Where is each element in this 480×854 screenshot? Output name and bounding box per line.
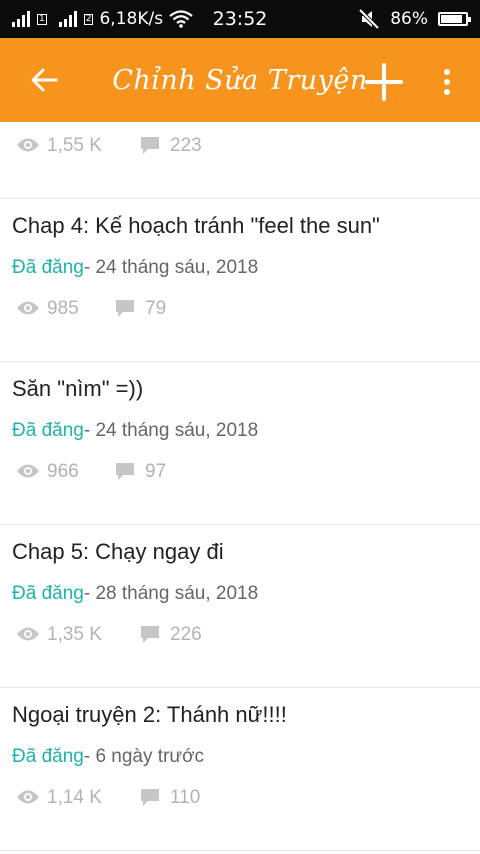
views-count: 1,14 K	[47, 787, 102, 808]
chapter-stats: 1,14 K 110	[0, 786, 480, 810]
chapter-date: - 28 tháng sáu, 2018	[83, 583, 259, 604]
chapter-title: Chap 5: Chạy ngay đi	[12, 539, 224, 564]
comments-count: 97	[145, 461, 167, 482]
views-count: 966	[47, 461, 79, 482]
status-bar: 1 2 6,18K/s 23:52 86%	[0, 0, 480, 38]
chapter-stats: 985 79	[0, 297, 480, 321]
published-label: Đã đăng	[12, 257, 84, 278]
list-item[interactable]: Ngoại truyện 2: Thánh nữ!!!! Đã đăng- 6 …	[0, 688, 480, 851]
chapter-status: Đã đăng- 28 tháng sáu, 2018	[12, 583, 258, 605]
list-item-partial[interactable]: 1,55 K 223	[0, 122, 480, 199]
list-item[interactable]: Chap 4: Kế hoạch tránh "feel the sun" Đã…	[0, 199, 480, 362]
views-eye-icon	[17, 464, 39, 478]
views-eye-icon	[17, 138, 39, 152]
chapter-status: Đã đăng- 24 tháng sáu, 2018	[12, 257, 258, 279]
comments-count: 223	[170, 135, 202, 156]
mute-icon	[358, 8, 380, 30]
chapter-title: Chap 4: Kế hoạch tránh "feel the sun"	[12, 213, 380, 238]
views-count: 1,55 K	[47, 135, 102, 156]
app-toolbar: Chỉnh Sửa Truyện	[0, 38, 480, 122]
chapter-title: Săn "nìm" =))	[12, 376, 144, 401]
comments-count: 79	[145, 298, 167, 319]
comments-bubble-icon	[141, 626, 159, 643]
published-label: Đã đăng	[12, 420, 84, 441]
chapter-date: - 6 ngày trước	[83, 746, 205, 767]
views-eye-icon	[17, 790, 39, 804]
chapter-title: Ngoại truyện 2: Thánh nữ!!!!	[12, 702, 287, 727]
plus-icon	[365, 63, 403, 101]
battery-percent: 86%	[390, 9, 428, 29]
more-options-button[interactable]	[430, 60, 464, 104]
battery-fill	[441, 15, 462, 23]
chapter-stats: 1,35 K 226	[0, 623, 480, 647]
battery-icon	[438, 12, 471, 26]
chapter-stats: 966 97	[0, 460, 480, 484]
more-vert-icon	[444, 69, 450, 95]
chapter-status: Đã đăng- 6 ngày trước	[12, 746, 204, 768]
views-count: 985	[47, 298, 79, 319]
list-item[interactable]: Săn "nìm" =)) Đã đăng- 24 tháng sáu, 201…	[0, 362, 480, 525]
comments-bubble-icon	[116, 300, 134, 317]
comments-bubble-icon	[141, 789, 159, 806]
list-item[interactable]: Chap 5: Chạy ngay đi Đã đăng- 28 tháng s…	[0, 525, 480, 688]
published-label: Đã đăng	[12, 746, 84, 767]
views-eye-icon	[17, 627, 39, 641]
comments-count: 226	[170, 624, 202, 645]
comments-bubble-icon	[141, 137, 159, 154]
page-title: Chỉnh Sửa Truyện	[112, 64, 368, 96]
chapter-date: - 24 tháng sáu, 2018	[83, 420, 259, 441]
chapter-stats: 1,55 K 223	[0, 134, 480, 158]
chapter-status: Đã đăng- 24 tháng sáu, 2018	[12, 420, 258, 442]
comments-bubble-icon	[116, 463, 134, 480]
chapter-date: - 24 tháng sáu, 2018	[83, 257, 259, 278]
add-chapter-button[interactable]	[362, 60, 406, 104]
views-eye-icon	[17, 301, 39, 315]
views-count: 1,35 K	[47, 624, 102, 645]
published-label: Đã đăng	[12, 583, 84, 604]
status-right: 86%	[358, 0, 471, 38]
comments-count: 110	[170, 787, 201, 808]
